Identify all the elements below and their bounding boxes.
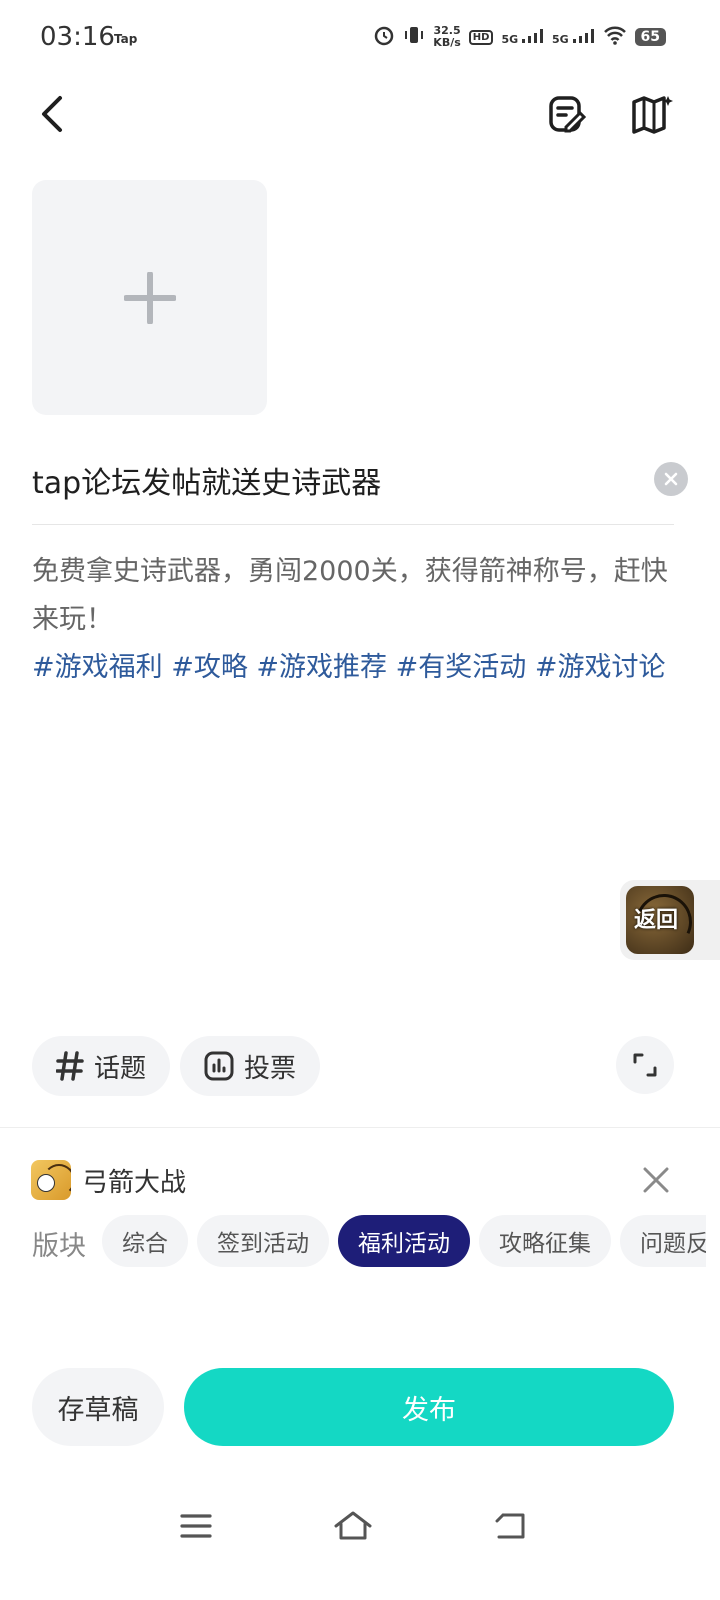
section-chip-scroller[interactable]: 综合 签到活动 福利活动 攻略征集 问题反馈 bbox=[0, 1205, 706, 1277]
post-body-input[interactable]: 免费拿史诗武器，勇闯2000关，获得箭神称号，赶快来玩！ #游戏福利 #攻略 #… bbox=[32, 548, 677, 692]
alarm-icon bbox=[373, 24, 395, 50]
game-name: 弓箭大战 bbox=[82, 1168, 187, 1198]
plus-icon bbox=[123, 271, 176, 324]
close-icon bbox=[643, 1167, 669, 1193]
toolbar-divider bbox=[0, 1127, 720, 1128]
back-arrow-icon bbox=[495, 1513, 525, 1539]
back-button[interactable] bbox=[30, 88, 74, 140]
character-face-graphic bbox=[37, 1174, 55, 1192]
post-editor-screen: 03:16 Tap 32.5 KB/s HD 5G 5G 65 tap论坛发帖就… bbox=[0, 0, 720, 1600]
topic-button[interactable]: 话题 bbox=[32, 1036, 171, 1096]
home-icon bbox=[334, 1511, 372, 1540]
section-chip[interactable]: 问题反馈 bbox=[620, 1215, 706, 1267]
sim2-label: 5G bbox=[551, 32, 569, 46]
drafts-button[interactable] bbox=[542, 90, 590, 138]
status-app-tag: Tap bbox=[114, 32, 138, 46]
close-icon bbox=[664, 472, 678, 486]
save-draft-button[interactable]: 存草稿 bbox=[32, 1368, 164, 1446]
section-chip-selected[interactable]: 福利活动 bbox=[338, 1215, 470, 1267]
signal-sim2: 5G bbox=[551, 28, 595, 46]
floating-return-label: 返回 bbox=[634, 908, 679, 933]
post-title-input[interactable]: tap论坛发帖就送史诗武器 bbox=[32, 458, 381, 502]
floating-return-widget[interactable]: 返回 bbox=[620, 880, 720, 960]
remove-game-button[interactable] bbox=[638, 1162, 674, 1198]
section-chip[interactable]: 签到活动 bbox=[197, 1215, 329, 1267]
network-speed: 32.5 KB/s bbox=[433, 25, 460, 49]
section-chip[interactable]: 综合 bbox=[102, 1215, 188, 1267]
nav-back-button[interactable] bbox=[486, 1504, 534, 1548]
vote-label: 投票 bbox=[244, 1053, 297, 1084]
network-speed-unit: KB/s bbox=[433, 36, 461, 49]
nav-recents-button[interactable] bbox=[172, 1504, 220, 1548]
status-icons: 32.5 KB/s HD 5G 5G 65 bbox=[373, 24, 666, 50]
sim1-label: 5G bbox=[501, 32, 519, 46]
poll-icon bbox=[204, 1051, 234, 1081]
section-chip[interactable]: 攻略征集 bbox=[479, 1215, 611, 1267]
vote-button[interactable]: 投票 bbox=[180, 1036, 321, 1096]
wifi-icon bbox=[603, 25, 627, 49]
hashtag-icon bbox=[56, 1051, 84, 1081]
battery-level: 65 bbox=[634, 28, 666, 46]
post-body-text: 免费拿史诗武器，勇闯2000关，获得箭神称号，赶快来玩！ bbox=[32, 556, 668, 635]
game-icon bbox=[31, 1160, 71, 1200]
expand-editor-button[interactable] bbox=[616, 1036, 674, 1094]
topic-label: 话题 bbox=[94, 1053, 147, 1084]
edit-document-icon bbox=[549, 96, 586, 133]
status-time: 03:16 bbox=[40, 22, 115, 52]
expand-icon bbox=[633, 1053, 657, 1077]
signal-sim1: 5G bbox=[501, 28, 544, 46]
guide-button[interactable] bbox=[628, 90, 676, 138]
nav-home-button[interactable] bbox=[329, 1504, 377, 1548]
title-divider bbox=[32, 524, 674, 525]
open-book-sparkle-icon bbox=[632, 96, 673, 134]
section-chips: 综合 签到活动 福利活动 攻略征集 问题反馈 bbox=[102, 1215, 706, 1267]
publish-button[interactable]: 发布 bbox=[184, 1368, 674, 1446]
vibrate-icon bbox=[403, 24, 425, 50]
chevron-left-icon bbox=[42, 96, 62, 132]
post-tags[interactable]: #游戏福利 #攻略 #游戏推荐 #有奖活动 #游戏讨论 bbox=[32, 652, 665, 683]
add-image-button[interactable] bbox=[32, 180, 267, 415]
menu-icon bbox=[180, 1514, 212, 1538]
clear-title-button[interactable] bbox=[654, 462, 688, 496]
hd-badge: HD bbox=[468, 29, 494, 45]
